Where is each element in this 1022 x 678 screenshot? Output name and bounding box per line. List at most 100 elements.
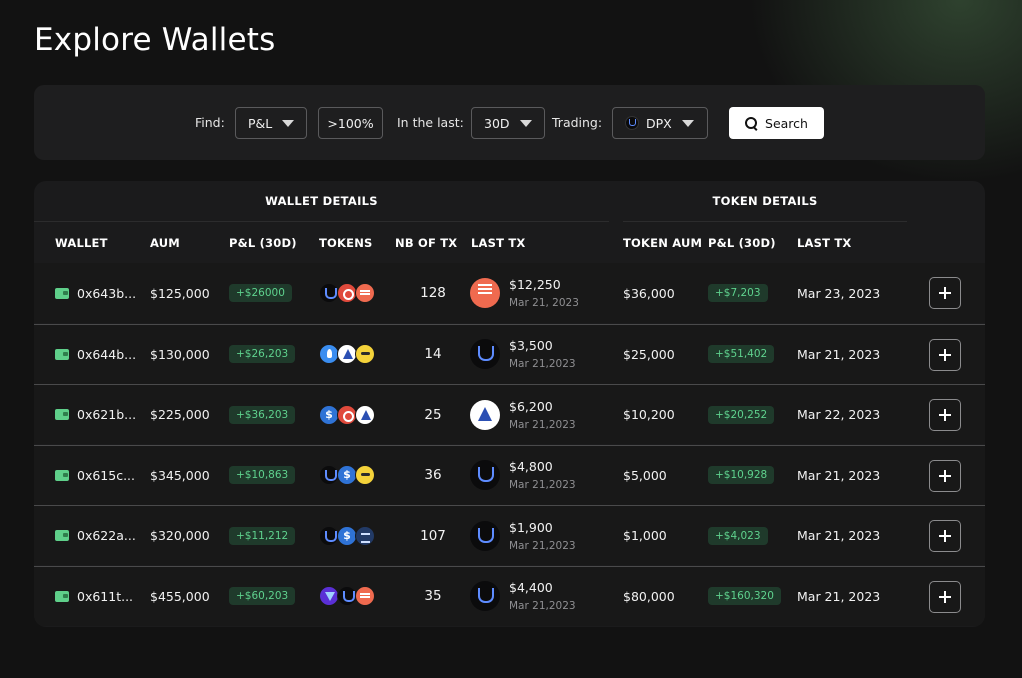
period-label: In the last: xyxy=(397,115,464,130)
add-wallet-button[interactable] xyxy=(929,338,961,371)
nb-tx-value: 128 xyxy=(420,285,446,301)
last-tx-amount: $4,400 xyxy=(509,580,553,595)
last-tx-amount: $6,200 xyxy=(509,398,553,414)
trading-dropdown[interactable]: DPX xyxy=(612,107,708,139)
add-wallet-button[interactable] xyxy=(929,277,961,309)
pnl-badge: +$11,212 xyxy=(229,526,296,545)
wallet-address[interactable]: 0x622a... xyxy=(77,528,136,543)
token-pnl-badge: +$160,320 xyxy=(708,587,781,605)
token-icons xyxy=(319,263,375,323)
token-usdc-icon xyxy=(319,404,339,425)
column-header-nb-tx[interactable]: NB OF TX xyxy=(395,222,457,263)
add-wallet-button[interactable] xyxy=(929,520,961,552)
table-row[interactable]: 0x644b... $130,000 +$26,203 14 $3,500 Mar 21,… xyxy=(34,323,985,384)
nb-tx-value: 25 xyxy=(424,406,442,423)
column-header-token-last-tx[interactable]: LAST TX xyxy=(797,222,851,263)
token-usdc-icon xyxy=(337,525,357,546)
column-header-pnl[interactable]: P&L (30D) xyxy=(229,222,297,263)
pnl-badge: +$26,203 xyxy=(229,345,296,363)
token-yellow-icon xyxy=(355,344,375,364)
token-pnl-badge: +$51,402 xyxy=(708,345,775,363)
period-dropdown-value: 30D xyxy=(484,115,510,131)
plus-icon xyxy=(939,530,951,542)
column-header-token-pnl[interactable]: P&L (30D) xyxy=(708,222,776,263)
wallet-address[interactable]: 0x611t... xyxy=(77,589,133,604)
column-header-token-aum[interactable]: TOKEN AUM xyxy=(623,222,702,263)
find-dropdown[interactable]: P&L xyxy=(235,107,307,139)
token-last-tx-date: Mar 22, 2023 xyxy=(797,407,881,422)
column-header-aum[interactable]: AUM xyxy=(150,222,180,263)
wallet-address[interactable]: 0x615c... xyxy=(77,468,135,483)
last-tx-date: Mar 21,2023 xyxy=(509,600,576,612)
search-icon xyxy=(745,116,758,130)
token-red-icon xyxy=(337,404,357,425)
threshold-button[interactable]: >100% xyxy=(318,107,383,139)
last-tx-token-icon xyxy=(470,581,500,611)
last-tx-token-icon xyxy=(470,460,500,490)
trading-dropdown-value: DPX xyxy=(646,115,672,131)
last-tx-date: Mar 21,2023 xyxy=(509,418,576,431)
token-aum-value: $5,000 xyxy=(623,467,667,483)
plus-icon xyxy=(939,590,951,603)
search-button[interactable]: Search xyxy=(729,107,824,139)
wallet-cell[interactable]: 0x643b... xyxy=(55,263,136,323)
token-aum-value: $80,000 xyxy=(623,588,675,604)
plus-icon xyxy=(939,469,951,482)
token-icons xyxy=(319,325,375,384)
wallet-cell[interactable]: 0x622a... xyxy=(55,506,136,565)
last-tx-cell: $3,500 Mar 21,2023 xyxy=(470,325,576,384)
token-aum-value: $1,000 xyxy=(623,528,667,543)
wallet-cell[interactable]: 0x644b... xyxy=(55,325,136,384)
token-arb-icon xyxy=(337,344,357,364)
token-blue-icon xyxy=(319,344,339,364)
wallet-address[interactable]: 0x621b... xyxy=(77,407,136,422)
period-dropdown[interactable]: 30D xyxy=(471,107,545,139)
last-tx-token-icon xyxy=(470,399,500,430)
wallet-address[interactable]: 0x644b... xyxy=(77,347,136,362)
token-dpx-icon xyxy=(319,525,339,546)
table-row[interactable]: 0x611t... $455,000 +$60,203 35 $4,400 Mar 21,… xyxy=(34,565,985,626)
token-dpx-icon xyxy=(319,465,339,485)
last-tx-amount: $1,900 xyxy=(509,519,553,535)
table-row[interactable]: 0x615c... $345,000 +$10,863 36 $4,800 Mar 21,… xyxy=(34,444,985,505)
token-dpx-icon xyxy=(319,283,339,303)
token-pnl-badge: +$4,023 xyxy=(708,526,768,545)
last-tx-token-icon xyxy=(470,278,500,308)
column-header-last-tx[interactable]: LAST TX xyxy=(471,222,525,263)
last-tx-cell: $12,250 Mar 21, 2023 xyxy=(470,263,579,323)
column-header-tokens[interactable]: TOKENS xyxy=(319,222,373,263)
wallet-icon xyxy=(55,409,69,420)
token-arb-icon xyxy=(355,404,375,425)
table-row[interactable]: 0x643b... $125,000 +$26000 128 $12,250 Mar 21… xyxy=(34,263,985,323)
dpx-token-icon xyxy=(625,116,639,130)
last-tx-cell: $1,900 Mar 21,2023 xyxy=(470,506,576,565)
last-tx-token-icon xyxy=(470,339,500,369)
token-last-tx-date: Mar 21, 2023 xyxy=(797,467,881,483)
search-button-label: Search xyxy=(765,115,808,131)
wallet-cell[interactable]: 0x621b... xyxy=(55,385,136,444)
wallet-icon xyxy=(55,348,69,360)
token-red-icon xyxy=(337,283,357,303)
add-wallet-button[interactable] xyxy=(929,399,961,431)
plus-icon xyxy=(939,287,951,299)
token-yellow-icon xyxy=(355,465,375,485)
token-purple-icon xyxy=(319,586,339,606)
wallet-cell[interactable]: 0x615c... xyxy=(55,446,135,505)
add-wallet-button[interactable] xyxy=(929,459,961,492)
wallet-cell[interactable]: 0x611t... xyxy=(55,567,133,626)
pnl-badge: +$60,203 xyxy=(229,587,296,605)
token-pnl-badge: +$7,203 xyxy=(708,284,768,302)
page-title: Explore Wallets xyxy=(34,22,276,58)
table-row[interactable]: 0x621b... $225,000 +$36,203 25 $6,200 Mar 21,… xyxy=(34,384,985,444)
token-last-tx-date: Mar 23, 2023 xyxy=(797,285,881,301)
add-wallet-button[interactable] xyxy=(929,580,961,613)
token-icons xyxy=(319,567,375,626)
token-orange-icon xyxy=(355,283,375,303)
wallet-address[interactable]: 0x643b... xyxy=(77,286,136,301)
column-header-wallet[interactable]: WALLET xyxy=(55,222,108,263)
table-row[interactable]: 0x622a... $320,000 +$11,212 107 $1,900 Mar 21… xyxy=(34,505,985,565)
token-pnl-badge: +$10,928 xyxy=(708,466,775,484)
token-aum-value: $25,000 xyxy=(623,346,675,362)
token-aum-value: $10,200 xyxy=(623,407,675,422)
token-usdc-icon xyxy=(337,465,357,485)
